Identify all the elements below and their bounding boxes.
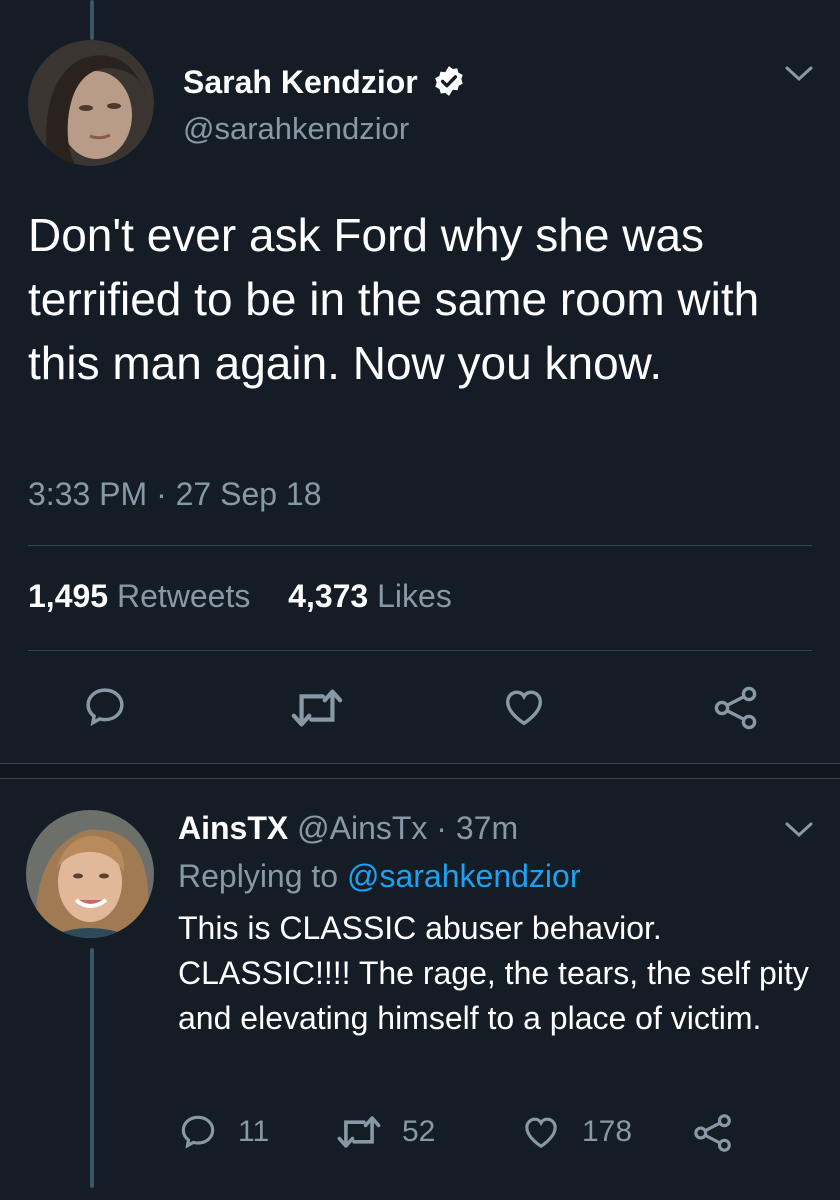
reply-icon[interactable] [82, 684, 128, 730]
avatar[interactable] [26, 810, 154, 938]
retweet-count: 52 [402, 1115, 436, 1148]
main-timestamp[interactable]: 3:33 PM · 27 Sep 18 [28, 476, 322, 513]
reply-handle[interactable]: @AinsTx [297, 810, 427, 846]
reply-tweet-text: This is CLASSIC abuser behavior. CLASSIC… [178, 910, 809, 1036]
like-icon[interactable] [501, 684, 547, 730]
retweets-label[interactable]: Retweets [117, 578, 250, 614]
retweets-count[interactable]: 1,495 [28, 578, 108, 614]
reply-icon [181, 1115, 215, 1149]
tweet-stats: 1,495 Retweets 4,373 Likes [28, 578, 452, 615]
likes-count[interactable]: 4,373 [288, 578, 368, 614]
like-button[interactable]: 178 [520, 1112, 632, 1152]
avatar[interactable] [28, 40, 154, 166]
main-display-name[interactable]: Sarah Kendzior [183, 64, 418, 101]
like-icon [525, 1117, 557, 1149]
retweet-button[interactable]: 52 [336, 1114, 435, 1150]
chevron-down-icon[interactable] [784, 820, 814, 840]
reply-count: 11 [238, 1115, 270, 1148]
reply-button[interactable]: 11 [178, 1112, 269, 1152]
chevron-down-icon[interactable] [784, 64, 814, 84]
divider [28, 545, 812, 546]
retweet-icon [337, 1116, 381, 1148]
reply-header: AinsTX @AinsTx · 37m [178, 810, 518, 847]
main-tweet-text: Don't ever ask Ford why she was terrifie… [28, 209, 760, 389]
like-count: 178 [582, 1115, 633, 1148]
section-divider [0, 763, 840, 779]
thread-line-top [90, 0, 94, 40]
replying-to: Replying to @sarahkendzior [178, 858, 580, 895]
reply-display-name[interactable]: AinsTX [178, 810, 288, 846]
verified-badge-icon [435, 66, 463, 96]
likes-label[interactable]: Likes [377, 578, 452, 614]
share-icon[interactable] [712, 684, 760, 732]
thread-line-bottom [90, 948, 94, 1188]
replying-to-link[interactable]: @sarahkendzior [347, 858, 580, 894]
main-handle[interactable]: @sarahkendzior [183, 111, 409, 147]
share-icon[interactable] [692, 1112, 734, 1154]
replying-to-prefix: Replying to [178, 858, 339, 894]
retweet-icon[interactable] [290, 686, 344, 730]
divider [28, 650, 812, 651]
reply-time[interactable]: · 37m [436, 810, 518, 846]
